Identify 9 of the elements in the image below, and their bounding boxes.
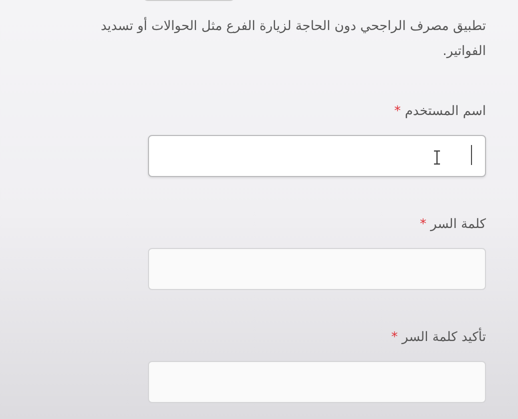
text-cursor-icon bbox=[433, 150, 441, 165]
field-label: تأكيد كلمة السر * bbox=[30, 330, 486, 345]
description-text: تطبيق مصرف الراجحي دون الحاجة لزيارة الفرع مثل الحوالات أو تسديد الفواتير. bbox=[100, 16, 486, 61]
input-field[interactable] bbox=[148, 135, 486, 177]
field-label: اسم المستخدم * bbox=[393, 104, 486, 119]
field-label: كلمة السر * bbox=[418, 217, 486, 232]
text-caret bbox=[471, 145, 472, 165]
input-field[interactable] bbox=[148, 248, 486, 290]
input-field[interactable] bbox=[148, 361, 486, 403]
